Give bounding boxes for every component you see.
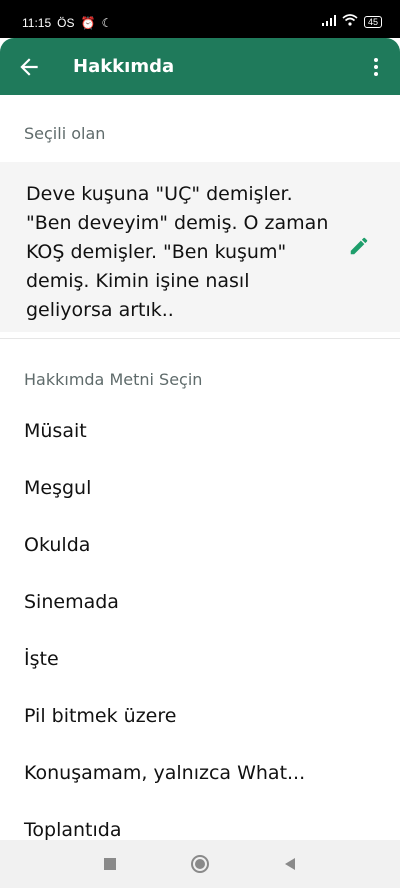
signal-icon — [321, 14, 336, 29]
list-item[interactable]: Sinemada — [0, 573, 400, 630]
alarm-icon: ⏰ — [80, 16, 96, 30]
list-item[interactable]: Pil bitmek üzere — [0, 687, 400, 744]
moon-icon: ☾ — [101, 16, 113, 30]
page-title: Hakkımda — [73, 56, 175, 77]
app-bar: Hakkımda — [0, 38, 400, 95]
choose-about-label: Hakkımda Metni Seçin — [24, 370, 203, 389]
back-arrow-icon[interactable] — [16, 54, 42, 80]
back-triangle-icon[interactable] — [280, 854, 300, 874]
current-about-label: Seçili olan — [24, 124, 106, 143]
list-item[interactable]: Müsait — [0, 402, 400, 459]
current-about-card[interactable]: Deve kuşuna "UÇ" demişler. "Ben deveyim"… — [0, 162, 400, 332]
more-options-icon[interactable] — [364, 54, 388, 80]
wifi-icon — [342, 14, 358, 29]
list-item[interactable]: Okulda — [0, 516, 400, 573]
system-navigation-bar — [0, 840, 400, 888]
divider — [0, 338, 400, 339]
about-options-list: Müsait Meşgul Okulda Sinemada İşte Pil b… — [0, 402, 400, 858]
status-time: 11:15 — [22, 16, 52, 30]
list-item[interactable]: İşte — [0, 630, 400, 687]
edit-pencil-icon[interactable] — [348, 235, 370, 257]
list-item[interactable]: Konuşamam, yalnızca What... — [0, 744, 400, 801]
home-circle-icon[interactable] — [190, 854, 210, 874]
battery-icon: 45 — [363, 15, 382, 28]
recents-square-icon[interactable] — [100, 854, 120, 874]
list-item[interactable]: Meşgul — [0, 459, 400, 516]
current-about-text: Deve kuşuna "UÇ" demişler. "Ben deveyim"… — [26, 183, 329, 321]
status-bar: 11:15 ÖS ⏰ ☾ 45 — [0, 0, 400, 38]
status-carrier: ÖS — [57, 16, 75, 30]
